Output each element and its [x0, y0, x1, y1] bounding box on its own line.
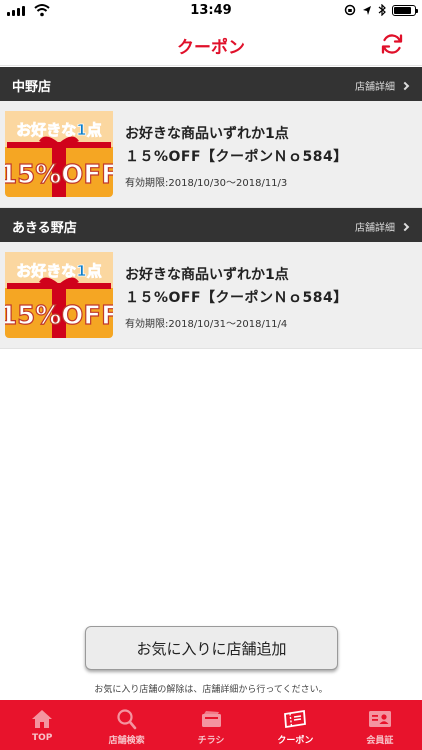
member-card-icon: [368, 711, 391, 727]
tab-coupon[interactable]: クーポン: [253, 700, 337, 750]
chevron-right-icon: [400, 81, 410, 90]
tab-label: 店舗検索: [108, 736, 145, 746]
tab-flyer[interactable]: チラシ: [169, 700, 253, 750]
coupon-image-text-bottom: 15%OFF: [5, 160, 113, 190]
coupon-title: お好きな商品いずれか1点: [125, 126, 289, 142]
store-detail-label: 店舗詳細: [355, 82, 395, 93]
status-bar: 13:49: [0, 0, 422, 22]
home-icon: [32, 710, 53, 728]
orientation-lock-icon: [344, 4, 356, 16]
store-coupon-list: 中野店 店舗詳細 お好きな1点 15%OFF お好きな商品いずれか1点 １５%O…: [0, 67, 422, 349]
tab-store-search[interactable]: 店舗検索: [84, 700, 168, 750]
coupon-thumbnail: お好きな1点 15%OFF: [5, 111, 113, 197]
store-detail-link[interactable]: 店舗詳細: [355, 78, 410, 93]
store-name: あきる野店: [12, 221, 77, 236]
coupon-item[interactable]: お好きな1点 15%OFF お好きな商品いずれか1点 １５%OFF【クーポンＮｏ…: [0, 101, 422, 208]
tab-top[interactable]: TOP: [0, 700, 84, 750]
coupon-item[interactable]: お好きな1点 15%OFF お好きな商品いずれか1点 １５%OFF【クーポンＮｏ…: [0, 242, 422, 349]
coupon-period: 有効期限:2018/10/31〜2018/11/4: [125, 319, 288, 330]
store-detail-link[interactable]: 店舗詳細: [355, 219, 410, 234]
coupon-thumbnail: お好きな1点 15%OFF: [5, 252, 113, 338]
search-icon: [117, 709, 136, 730]
coupon-period: 有効期限:2018/10/30〜2018/11/3: [125, 178, 288, 189]
battery-icon: [392, 4, 418, 16]
location-icon: [363, 5, 371, 15]
tab-bar: TOP 店舗検索 チラシ クーポン 会員証: [0, 700, 422, 750]
footer-note: お気に入り店舗の解除は、店舗詳細から行ってください。: [94, 685, 328, 695]
tab-label: チラシ: [197, 736, 225, 746]
coupon-icon: [284, 709, 307, 729]
coupon-subtitle: １５%OFF【クーポンＮｏ584】: [125, 149, 348, 165]
add-favorite-store-button[interactable]: お気に入りに店舗追加: [85, 626, 338, 670]
page-title: クーポン: [177, 38, 245, 58]
nav-bar: クーポン: [0, 22, 422, 66]
coupon-image-text-top: お好きな1点: [16, 121, 101, 139]
tab-member-card[interactable]: 会員証: [338, 700, 422, 750]
flyer-icon: [202, 711, 222, 727]
store-name: 中野店: [12, 80, 52, 95]
coupon-title: お好きな商品いずれか1点: [125, 267, 289, 283]
store-detail-label: 店舗詳細: [355, 223, 395, 234]
coupon-image-text-top: お好きな1点: [16, 262, 101, 280]
tab-label: クーポン: [277, 736, 314, 746]
coupon-subtitle: １５%OFF【クーポンＮｏ584】: [125, 290, 348, 306]
tab-label: TOP: [32, 733, 53, 743]
coupon-image-text-bottom: 15%OFF: [5, 301, 113, 331]
refresh-icon[interactable]: [380, 32, 404, 56]
chevron-right-icon: [400, 222, 410, 231]
tab-label: 会員証: [366, 736, 394, 746]
store-header: 中野店 店舗詳細: [0, 67, 422, 101]
store-header: あきる野店 店舗詳細: [0, 208, 422, 242]
bluetooth-icon: [378, 4, 386, 16]
